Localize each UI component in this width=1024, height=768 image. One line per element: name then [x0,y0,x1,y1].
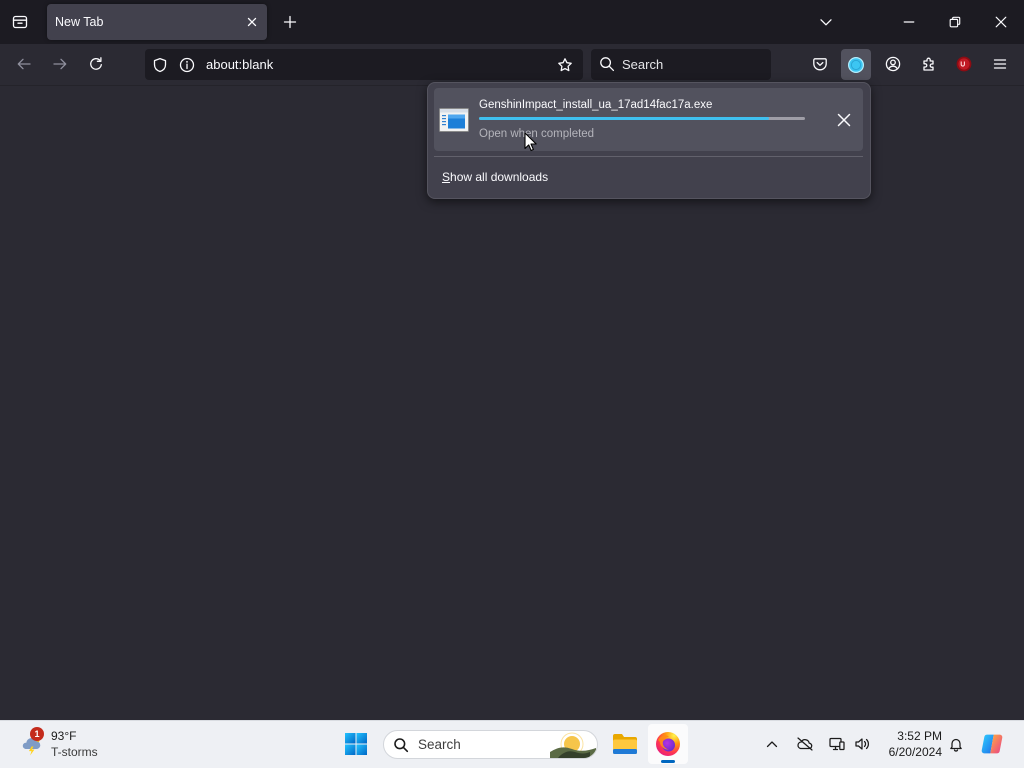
panel-separator [434,156,863,157]
red-addon-button[interactable] [948,48,980,80]
search-icon [599,56,615,72]
tab-new-tab[interactable]: New Tab [47,4,267,40]
weather-temperature: 93°F [51,729,77,743]
pocket-button[interactable] [804,48,836,80]
clock-time: 3:52 PM [897,729,942,743]
onedrive-offline-icon [796,736,814,752]
firefox-app-icon [655,731,681,757]
minimize-icon [902,15,916,29]
account-button[interactable] [877,48,909,80]
list-all-tabs-button[interactable] [810,6,842,38]
notifications-button[interactable] [944,732,968,756]
red-addon-icon [956,56,972,72]
restore-icon [948,15,962,29]
firefox-view-button[interactable] [4,6,36,38]
url-bar[interactable]: about:blank [145,49,583,80]
weather-widget[interactable]: 1 93°F T-storms [12,724,108,764]
cancel-download-icon [836,112,852,128]
download-progress-icon [847,56,865,74]
taskbar-search-input[interactable] [418,731,546,758]
show-all-downloads-button[interactable]: Show all downloads [434,163,863,191]
show-all-downloads-label: Show all downloads [442,170,549,184]
taskbar-search-icon [393,737,409,753]
window-close-button[interactable] [978,0,1024,44]
clock-date: 6/20/2024 [888,745,942,759]
windows-taskbar: 1 93°F T-storms Search 3:52 PM 6/20/2024 [0,720,1024,768]
copilot-button[interactable] [976,728,1008,760]
toolbar-search-box[interactable] [591,49,771,80]
start-button[interactable] [336,724,376,764]
tracking-protection-shield-icon [152,57,168,73]
download-progress-fill [479,117,770,120]
restore-button[interactable] [932,0,978,44]
show-hidden-icons-chevron-icon [764,736,780,752]
window-close-icon [994,15,1008,29]
site-info-icon [179,57,195,73]
quick-settings-button[interactable] [824,728,876,760]
extensions-icon [921,56,937,72]
site-info-button[interactable] [175,53,199,76]
firefox-taskbar-button[interactable] [648,724,688,764]
account-icon [885,56,901,72]
copilot-icon [980,732,1004,756]
mouse-cursor [524,132,537,152]
weather-condition: T-storms [51,745,98,759]
navigation-toolbar: about:blank [0,44,1024,85]
file-explorer-button[interactable] [605,724,645,764]
app-menu-button[interactable] [984,48,1016,80]
active-app-indicator [661,760,675,763]
list-all-tabs-icon [818,14,834,30]
hamburger-menu-icon [992,56,1008,72]
forward-button[interactable] [44,48,76,80]
notification-bell-icon [948,736,964,752]
tracking-protection-button[interactable] [148,53,172,76]
extensions-button[interactable] [913,48,945,80]
bookmark-star-button[interactable] [553,53,577,76]
forward-arrow-icon [52,56,68,72]
pocket-icon [812,56,828,72]
back-arrow-icon [16,56,32,72]
bookmark-star-icon [557,57,573,73]
onedrive-button[interactable] [793,732,817,756]
reload-button[interactable] [80,48,112,80]
download-item[interactable]: GenshinImpact_install_ua_17ad14fac17a.ex… [434,88,863,151]
file-explorer-icon [612,733,638,755]
back-button[interactable] [8,48,40,80]
taskbar-search-box[interactable] [383,730,598,759]
tab-close-button[interactable] [242,12,262,32]
minimize-button[interactable] [886,0,932,44]
downloads-button[interactable] [841,49,871,80]
windows-start-icon [344,732,368,756]
show-hidden-icons-button[interactable] [760,732,784,756]
search-highlight-illustration [550,731,596,758]
cancel-download-button[interactable] [830,106,858,134]
new-tab-button[interactable] [274,6,306,38]
url-text[interactable]: about:blank [206,49,273,80]
exe-file-icon [439,108,469,132]
reload-icon [88,56,104,72]
download-progress-bar [479,117,805,120]
weather-notification-badge: 1 [30,727,44,741]
network-icon [829,736,845,752]
download-filename: GenshinImpact_install_ua_17ad14fac17a.ex… [479,99,713,111]
firefox-view-icon [12,14,28,30]
tab-title: New Tab [55,15,104,29]
tab-close-icon [246,16,258,28]
volume-icon [854,736,870,752]
downloads-panel: GenshinImpact_install_ua_17ad14fac17a.ex… [427,82,871,199]
tab-strip: New Tab [0,0,1024,44]
new-tab-icon [282,14,298,30]
toolbar-search-input[interactable] [622,49,762,80]
system-clock[interactable]: 3:52 PM 6/20/2024 [876,728,942,760]
